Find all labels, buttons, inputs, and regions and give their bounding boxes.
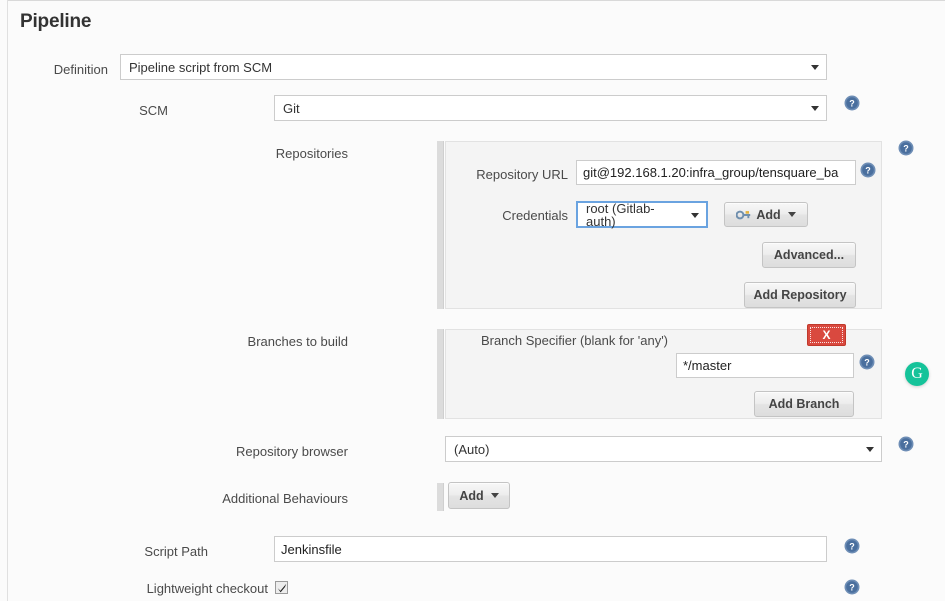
repository-browser-label: Repository browser	[198, 444, 348, 459]
chevron-down-icon	[788, 212, 796, 217]
script-path-label: Script Path	[48, 544, 208, 559]
branches-label: Branches to build	[198, 334, 348, 349]
advanced-button[interactable]: Advanced...	[762, 242, 856, 268]
lightweight-checkout-checkbox[interactable]	[275, 581, 288, 594]
scm-label: SCM	[68, 103, 168, 118]
add-credentials-button[interactable]: Add	[724, 202, 808, 227]
scm-value: Git	[283, 102, 300, 115]
repository-browser-value: (Auto)	[454, 443, 489, 456]
credentials-label: Credentials	[408, 208, 568, 223]
script-path-input[interactable]: Jenkinsfile	[274, 536, 827, 562]
advanced-label: Advanced...	[774, 248, 844, 262]
add-branch-button[interactable]: Add Branch	[754, 391, 854, 417]
branch-specifier-label: Branch Specifier (blank for 'any')	[408, 333, 668, 348]
branch-specifier-input[interactable]: */master	[676, 353, 854, 378]
additional-behaviours-drag-handle[interactable]	[437, 483, 444, 511]
repositories-help-icon[interactable]: ?	[898, 140, 914, 156]
repository-browser-help-icon[interactable]: ?	[898, 436, 914, 452]
repository-browser-select[interactable]: (Auto)	[445, 436, 882, 462]
svg-text:?: ?	[903, 144, 909, 154]
script-path-value: Jenkinsfile	[281, 542, 820, 557]
chevron-down-icon	[811, 106, 819, 111]
script-path-help-icon[interactable]: ?	[844, 538, 860, 554]
svg-text:?: ?	[865, 166, 871, 176]
svg-text:?: ?	[849, 99, 855, 109]
definition-label: Definition	[8, 62, 108, 77]
grammarly-letter: G	[911, 365, 923, 383]
svg-text:?: ?	[903, 440, 909, 450]
chevron-down-icon	[691, 213, 699, 218]
definition-value: Pipeline script from SCM	[129, 61, 272, 74]
credentials-select[interactable]: root (Gitlab-auth)	[576, 201, 708, 228]
chevron-down-icon	[811, 65, 819, 70]
add-behaviour-label: Add	[459, 489, 483, 503]
grammarly-badge-icon[interactable]: G	[905, 362, 929, 386]
add-repository-button[interactable]: Add Repository	[744, 282, 856, 308]
svg-text:?: ?	[849, 583, 855, 593]
scm-select[interactable]: Git	[274, 95, 827, 121]
svg-text:?: ?	[864, 358, 870, 368]
delete-branch-button[interactable]: X	[807, 324, 846, 346]
scm-help-icon[interactable]: ?	[844, 95, 860, 111]
add-repository-label: Add Repository	[753, 288, 846, 302]
branch-specifier-help-icon[interactable]: ?	[859, 354, 875, 370]
repository-url-label: Repository URL	[408, 167, 568, 182]
repositories-label: Repositories	[208, 146, 348, 161]
pipeline-config-form: Pipeline Definition Pipeline script from…	[8, 1, 945, 601]
key-icon	[736, 209, 751, 220]
repository-url-help-icon[interactable]: ?	[860, 162, 876, 178]
add-credentials-label: Add	[756, 208, 780, 222]
add-behaviour-button[interactable]: Add	[448, 482, 510, 509]
additional-behaviours-label: Additional Behaviours	[188, 491, 348, 506]
page-title: Pipeline	[20, 11, 91, 33]
add-branch-label: Add Branch	[769, 397, 840, 411]
chevron-down-icon	[866, 447, 874, 452]
definition-select[interactable]: Pipeline script from SCM	[120, 54, 827, 80]
lightweight-checkout-label: Lightweight checkout	[48, 581, 268, 596]
chevron-down-icon	[491, 493, 499, 498]
branch-specifier-value: */master	[683, 358, 847, 373]
repository-url-value: git@192.168.1.20:infra_group/tensquare_b…	[583, 165, 849, 180]
lightweight-checkout-help-icon[interactable]: ?	[844, 579, 860, 595]
repository-url-input[interactable]: git@192.168.1.20:infra_group/tensquare_b…	[576, 160, 856, 185]
credentials-value: root (Gitlab-auth)	[586, 202, 684, 228]
focus-outline	[810, 327, 843, 343]
svg-text:?: ?	[849, 542, 855, 552]
